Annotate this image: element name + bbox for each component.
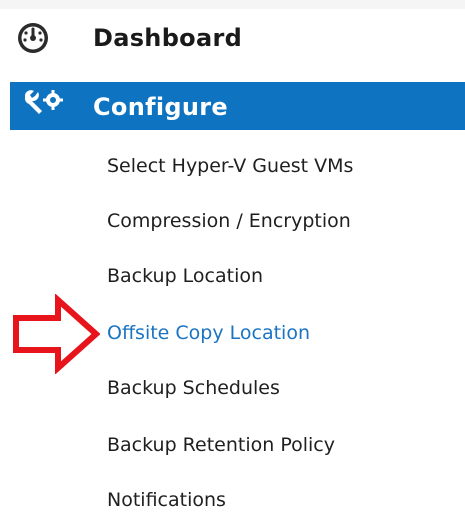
gauge-icon — [18, 23, 48, 53]
nav-item-dashboard-label: Dashboard — [93, 24, 243, 52]
red-arrow-icon — [13, 294, 100, 374]
sub-item-backup-location[interactable]: Backup Location — [107, 259, 263, 293]
sub-item-offsite-copy-location[interactable]: Offsite Copy Location — [107, 316, 310, 350]
sub-item-select-hyperv-vms[interactable]: Select Hyper-V Guest VMs — [107, 149, 353, 183]
sub-item-compression-encryption[interactable]: Compression / Encryption — [107, 204, 351, 238]
sidebar-nav: Dashboard Configure Select Hyper-V Guest… — [0, 0, 465, 524]
nav-item-dashboard[interactable]: Dashboard — [0, 16, 465, 66]
top-strip — [0, 0, 465, 9]
sub-item-notifications[interactable]: Notifications — [107, 483, 226, 517]
sub-item-backup-retention-policy[interactable]: Backup Retention Policy — [107, 428, 335, 462]
nav-item-configure-label: Configure — [93, 93, 228, 121]
sub-item-backup-schedules[interactable]: Backup Schedules — [107, 371, 280, 405]
tools-icon — [24, 90, 63, 114]
nav-item-configure[interactable]: Configure — [10, 82, 465, 130]
